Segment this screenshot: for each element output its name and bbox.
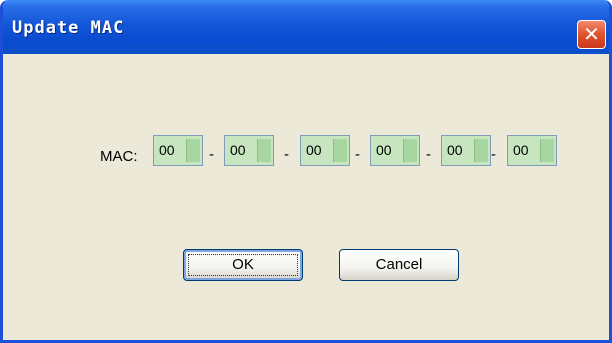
mac-separator: -: [426, 146, 431, 163]
mac-octet-1-value: 00: [159, 142, 175, 158]
ok-button[interactable]: OK: [183, 249, 303, 281]
close-button[interactable]: ✕: [577, 20, 606, 49]
cancel-button-label: Cancel: [375, 256, 423, 273]
title-bar[interactable]: Update MAC ✕: [3, 0, 609, 54]
spinner-arrows-icon[interactable]: [186, 139, 200, 162]
mac-octet-3-input[interactable]: 00: [300, 135, 350, 166]
mac-separator: -: [355, 146, 360, 163]
spinner-arrows-icon[interactable]: [540, 139, 554, 162]
mac-octet-6-value: 00: [513, 142, 529, 158]
mac-octet-5-value: 00: [447, 142, 463, 158]
spinner-arrows-icon[interactable]: [474, 139, 488, 162]
close-icon: ✕: [583, 22, 600, 46]
mac-separator: -: [284, 146, 289, 163]
focus-rectangle: [188, 254, 298, 276]
mac-octet-5-input[interactable]: 00: [441, 135, 491, 166]
mac-octet-4-input[interactable]: 00: [370, 135, 420, 166]
spinner-arrows-icon[interactable]: [257, 139, 271, 162]
update-mac-dialog: Update MAC ✕ MAC: 00 - 00 - 00 - 00 - 00…: [0, 0, 612, 343]
mac-octet-6-input[interactable]: 00: [507, 135, 557, 166]
mac-octet-2-value: 00: [230, 142, 246, 158]
mac-octet-1-input[interactable]: 00: [153, 135, 203, 166]
mac-separator: -: [209, 146, 214, 163]
spinner-arrows-icon[interactable]: [403, 139, 417, 162]
mac-octet-3-value: 00: [306, 142, 322, 158]
cancel-button[interactable]: Cancel: [339, 249, 459, 281]
mac-octet-2-input[interactable]: 00: [224, 135, 274, 166]
spinner-arrows-icon[interactable]: [333, 139, 347, 162]
mac-label: MAC:: [100, 148, 138, 165]
mac-separator: -: [491, 146, 496, 163]
mac-octet-4-value: 00: [376, 142, 392, 158]
dialog-title: Update MAC: [12, 18, 125, 38]
